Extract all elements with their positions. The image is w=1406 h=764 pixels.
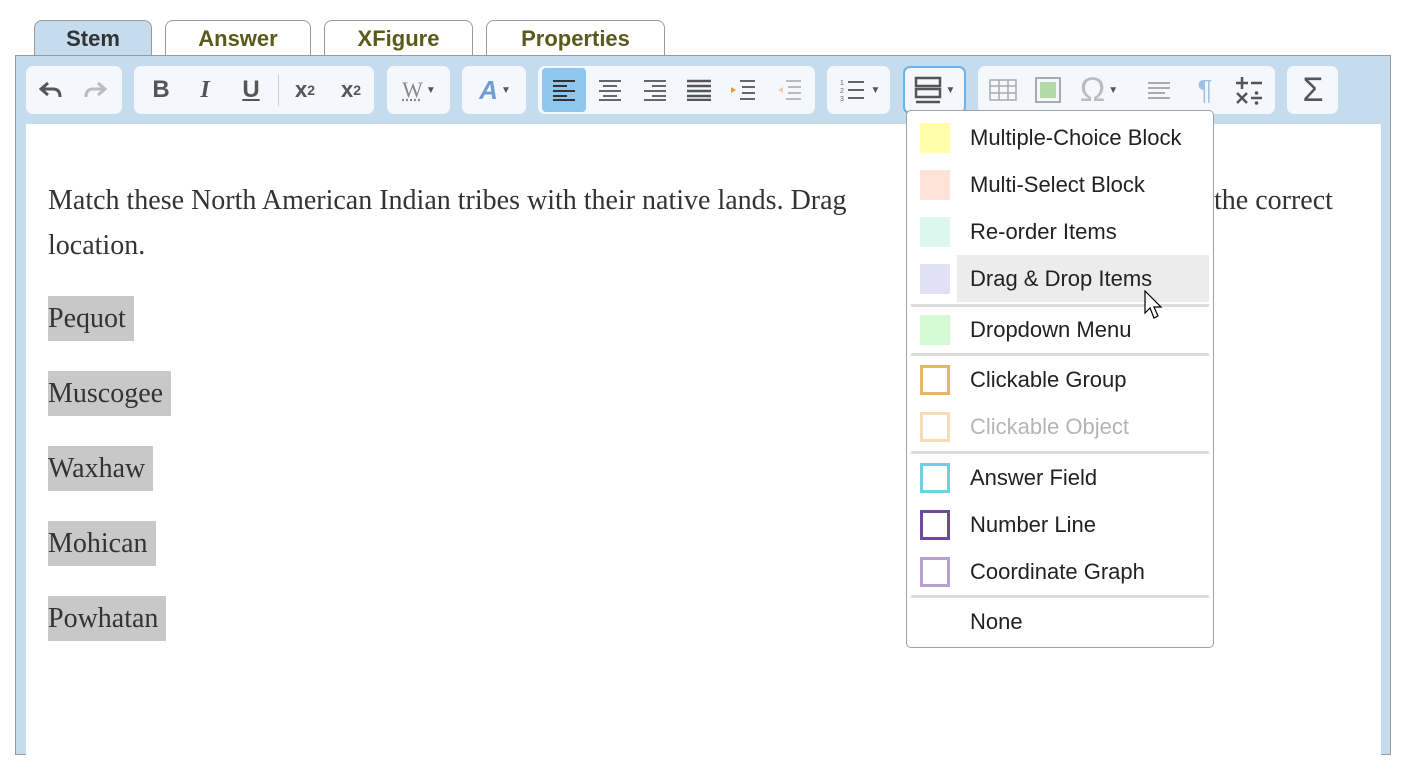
subscript-base: x xyxy=(294,77,308,102)
italic-button[interactable]: I xyxy=(190,66,220,114)
chevron-down-icon: ▼ xyxy=(425,84,436,96)
menu-item-re-order-items[interactable]: Re-order Items xyxy=(911,208,1209,255)
menu-item-multi-select-block[interactable]: Multi-Select Block xyxy=(911,161,1209,208)
menu-item-dropdown-menu[interactable]: Dropdown Menu xyxy=(911,306,1209,353)
stem-text-line2: location. xyxy=(48,230,146,261)
menu-item-label: Answer Field xyxy=(970,464,1098,490)
menu-item-drag-drop-items[interactable]: Drag & Drop Items xyxy=(911,255,1209,302)
bold-button[interactable]: B xyxy=(146,66,176,114)
re-order-swatch xyxy=(920,216,950,247)
dropdown-menu-swatch xyxy=(920,314,950,345)
answer-field-swatch xyxy=(920,462,950,493)
stem-paragraph: Match these North American Indian tribes… xyxy=(48,178,898,268)
multiple-choice-swatch xyxy=(920,122,950,153)
tribe-item-powhatan[interactable]: Powhatan xyxy=(48,596,167,641)
multi-select-swatch xyxy=(920,169,950,200)
pilcrow-icon[interactable]: ¶ xyxy=(1190,66,1220,114)
menu-item-label: Clickable Group xyxy=(970,366,1127,392)
align-right-icon[interactable] xyxy=(640,66,670,114)
sigma-icon[interactable]: Σ xyxy=(1293,66,1333,114)
menu-item-label: Number Line xyxy=(970,511,1096,537)
omega-icon: Ω xyxy=(1079,70,1106,109)
menu-item-label: Re-order Items xyxy=(970,218,1117,244)
underline-button[interactable]: U xyxy=(236,66,266,114)
toolbar-group-insert xyxy=(978,66,1275,114)
menu-item-label: Multi-Select Block xyxy=(970,171,1145,197)
justify-icon[interactable] xyxy=(684,66,714,114)
menu-item-label: Coordinate Graph xyxy=(970,558,1145,584)
svg-text:3: 3 xyxy=(840,96,844,102)
drag-drop-swatch xyxy=(920,263,950,294)
outdent-icon[interactable] xyxy=(774,66,804,114)
tribe-item-mohican[interactable]: Mohican xyxy=(48,521,156,566)
coordinate-graph-swatch xyxy=(920,556,950,587)
menu-item-multiple-choice-block[interactable]: Multiple-Choice Block xyxy=(911,114,1209,161)
table-icon[interactable] xyxy=(988,66,1018,114)
menu-item-clickable-object: Clickable Object xyxy=(911,403,1209,450)
superscript-button[interactable]: x2 xyxy=(334,66,368,114)
tab-properties[interactable]: Properties xyxy=(486,20,665,56)
clickable-object-swatch xyxy=(920,411,950,442)
stem-text-part2: the correct xyxy=(1214,185,1333,216)
menu-item-label: None xyxy=(970,608,1023,634)
word-icon: W xyxy=(402,77,423,102)
text-lines-icon[interactable] xyxy=(1144,66,1174,114)
menu-item-clickable-group[interactable]: Clickable Group xyxy=(911,356,1209,403)
subscript-button[interactable]: x2 xyxy=(288,66,322,114)
align-left-icon[interactable] xyxy=(542,68,586,112)
menu-item-coordinate-graph[interactable]: Coordinate Graph xyxy=(911,548,1209,595)
undo-icon[interactable] xyxy=(36,66,66,114)
font-dropdown[interactable]: A ▼ xyxy=(470,66,520,114)
menu-item-label: Multiple-Choice Block xyxy=(970,124,1182,150)
menu-item-none[interactable]: None xyxy=(911,598,1209,645)
chevron-down-icon: ▼ xyxy=(1108,84,1119,96)
toolbar-separator xyxy=(278,74,279,106)
svg-text:2: 2 xyxy=(840,88,844,95)
subscript-mark: 2 xyxy=(307,82,316,98)
menu-item-label: Dropdown Menu xyxy=(970,316,1132,342)
tab-xfigure[interactable]: XFigure xyxy=(324,20,473,56)
chevron-down-icon: ▼ xyxy=(500,84,511,96)
tribe-item-pequot[interactable]: Pequot xyxy=(48,296,134,341)
clickable-group-swatch xyxy=(920,364,950,395)
image-icon[interactable] xyxy=(1033,66,1063,114)
math-ops-icon[interactable] xyxy=(1232,66,1266,114)
mouse-cursor-icon xyxy=(1144,290,1163,319)
svg-text:1: 1 xyxy=(840,80,844,87)
stem-text-part1: Match these North American Indian tribes… xyxy=(48,185,847,216)
tribe-item-muscogee[interactable]: Muscogee xyxy=(48,371,172,416)
menu-item-answer-field[interactable]: Answer Field xyxy=(911,454,1209,501)
chevron-down-icon: ▼ xyxy=(870,84,881,96)
word-dropdown[interactable]: W ▼ xyxy=(394,66,444,114)
indent-icon[interactable] xyxy=(728,66,758,114)
menu-item-label: Drag & Drop Items xyxy=(957,255,1209,302)
tribe-item-waxhaw[interactable]: Waxhaw xyxy=(48,446,154,491)
superscript-base: x xyxy=(340,77,354,102)
tab-stem[interactable]: Stem xyxy=(34,20,152,57)
block-insert-dropdown[interactable]: ▼ xyxy=(908,66,960,114)
menu-item-label: Clickable Object xyxy=(970,413,1129,439)
special-character-dropdown[interactable]: Ω ▼ xyxy=(1074,66,1124,114)
redo-icon[interactable] xyxy=(80,66,110,114)
numbered-list-dropdown[interactable]: 123 ▼ xyxy=(836,66,884,114)
chevron-down-icon: ▼ xyxy=(945,84,956,96)
tab-answer[interactable]: Answer xyxy=(165,20,311,56)
number-line-swatch xyxy=(920,509,950,540)
font-color-icon: A xyxy=(479,74,498,105)
align-center-icon[interactable] xyxy=(595,66,625,114)
block-type-menu: Multiple-Choice Block Multi-Select Block… xyxy=(906,110,1214,648)
menu-item-number-line[interactable]: Number Line xyxy=(911,501,1209,548)
superscript-mark: 2 xyxy=(353,82,362,98)
